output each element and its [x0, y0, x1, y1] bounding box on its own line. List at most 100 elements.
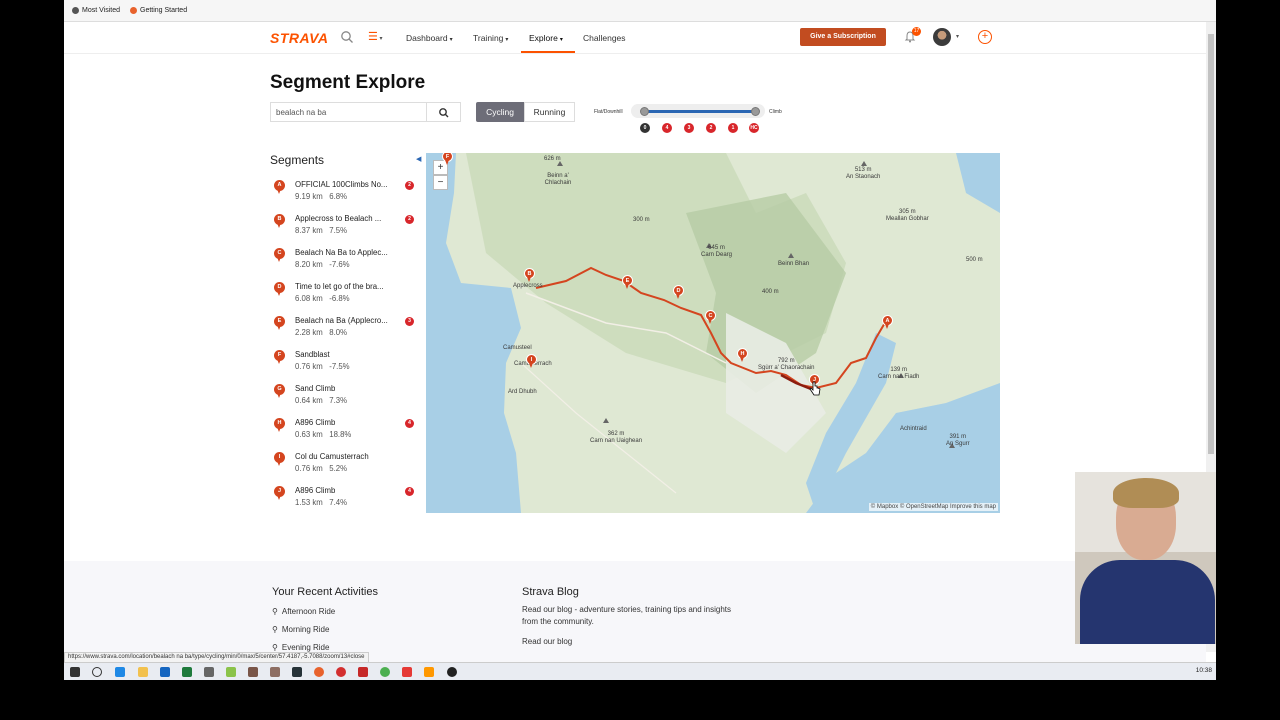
nav-dashboard[interactable]: Dashboard ▾: [406, 33, 453, 43]
segment-name[interactable]: Sandblast: [295, 350, 403, 359]
segment-name[interactable]: A896 Climb: [295, 486, 403, 495]
segment-name[interactable]: Bealach Na Ba to Applec...: [295, 248, 403, 257]
nav-challenges[interactable]: Challenges: [583, 33, 626, 43]
segment-row[interactable]: B Applecross to Bealach ... 8.37 km 7.5% 2: [274, 212, 420, 242]
toggle-running[interactable]: Running: [524, 102, 575, 122]
climb-category-badge: 4: [405, 487, 414, 496]
map-pin-d[interactable]: D: [673, 285, 684, 299]
strava-logo[interactable]: STRAVA: [270, 30, 328, 46]
edge-icon[interactable]: [115, 667, 125, 677]
segment-distance: 8.20 km: [295, 260, 323, 269]
obs-icon[interactable]: [447, 667, 457, 677]
slider-max-handle[interactable]: [751, 107, 760, 116]
map-pin-icon: C: [274, 248, 285, 262]
segment-row[interactable]: D Time to let go of the bra... 6.08 km -6.…: [274, 280, 420, 310]
map-pin-c[interactable]: C: [705, 310, 716, 324]
search-icon[interactable]: [92, 667, 102, 677]
recent-activity-link[interactable]: ⚲ Evening Ride: [272, 643, 329, 652]
app-icon[interactable]: [270, 667, 280, 677]
segment-row[interactable]: I Col du Camusterrach 0.76 km 5.2%: [274, 450, 420, 480]
segment-name[interactable]: A896 Climb: [295, 418, 403, 427]
chrome-icon[interactable]: [380, 667, 390, 677]
map-pin-i[interactable]: I: [526, 354, 537, 368]
avatar[interactable]: [933, 28, 951, 46]
app-icon[interactable]: [402, 667, 412, 677]
segment-grade: -7.5%: [329, 362, 350, 371]
map-pin-icon: E: [274, 316, 285, 330]
segment-name[interactable]: Col du Camusterrach: [295, 452, 403, 461]
recent-activity-link[interactable]: ⚲ Morning Ride: [272, 625, 329, 634]
zoom-out-button[interactable]: −: [433, 175, 448, 190]
segment-row[interactable]: G Sand Climb 0.64 km 7.3%: [274, 382, 420, 412]
map[interactable]: + − 626 m Beinn a' Chlachain 513 m An St…: [426, 153, 1000, 513]
segment-grade: 6.8%: [329, 192, 348, 201]
map-pin-e[interactable]: E: [622, 275, 633, 289]
plus-icon[interactable]: +: [978, 30, 992, 44]
firefox-icon[interactable]: [314, 667, 324, 677]
segment-row[interactable]: J A896 Climb 1.53 km 7.4% 4: [274, 484, 420, 514]
segment-row[interactable]: F Sandblast 0.76 km -7.5%: [274, 348, 420, 378]
app-icon[interactable]: [292, 667, 302, 677]
climb-category-badge: 4: [405, 419, 414, 428]
segment-grade: 8.0%: [329, 328, 348, 337]
search-button[interactable]: [427, 102, 461, 122]
recent-activity-link[interactable]: ⚲ Afternoon Ride: [272, 607, 335, 616]
collapse-arrow-icon[interactable]: ◀: [416, 155, 421, 163]
segment-stats: 0.76 km -7.5%: [295, 362, 350, 371]
segment-row[interactable]: H A896 Climb 0.63 km 18.8% 4: [274, 416, 420, 446]
webcam-overlay: [1075, 472, 1216, 644]
bookmark-most-visited[interactable]: Most Visited: [72, 7, 120, 14]
segment-row[interactable]: E Bealach na Ba (Applecro... 2.28 km 8.0% 3: [274, 314, 420, 344]
segment-grade: 7.3%: [329, 396, 348, 405]
segment-row[interactable]: A OFFICIAL 100Climbs No... 9.19 km 6.8% 2: [274, 178, 420, 208]
chevron-down-icon[interactable]: ▾: [956, 33, 959, 40]
firefox-icon: [130, 7, 137, 14]
scrollbar-thumb[interactable]: [1208, 34, 1214, 454]
segment-grade: -6.8%: [329, 294, 350, 303]
search-icon[interactable]: [340, 30, 354, 44]
segment-stats: 8.20 km -7.6%: [295, 260, 350, 269]
segment-stats: 0.64 km 7.3%: [295, 396, 347, 405]
app-icon[interactable]: [424, 667, 434, 677]
excel-icon[interactable]: [182, 667, 192, 677]
menu-icon[interactable]: ☰ ▾: [368, 30, 383, 43]
category-dot: 4: [662, 123, 672, 133]
search-input[interactable]: bealach na ba: [270, 102, 427, 122]
app-icon[interactable]: [358, 667, 368, 677]
segment-grade: 7.4%: [329, 498, 348, 507]
map-pin-a[interactable]: A: [882, 315, 893, 329]
app-icon[interactable]: [248, 667, 258, 677]
segment-name[interactable]: Bealach na Ba (Applecro...: [295, 316, 403, 325]
bookmark-getting-started[interactable]: Getting Started: [130, 7, 187, 14]
category-dot: HC: [749, 123, 759, 133]
mail-icon[interactable]: [160, 667, 170, 677]
nav-explore[interactable]: Explore ▾: [529, 33, 563, 43]
segment-stats: 0.76 km 5.2%: [295, 464, 347, 473]
browser-window: Most Visited Getting Started STRAVA ☰ ▾ …: [64, 0, 1216, 680]
segment-name[interactable]: OFFICIAL 100Climbs No...: [295, 180, 403, 189]
segment-name[interactable]: Applecross to Bealach ...: [295, 214, 403, 223]
read-blog-link[interactable]: Read our blog: [522, 637, 572, 646]
map-pin-icon: H: [274, 418, 285, 432]
clock: 10:38: [1195, 667, 1212, 674]
app-icon[interactable]: [226, 667, 236, 677]
segment-name[interactable]: Time to let go of the bra...: [295, 282, 403, 291]
give-subscription-button[interactable]: Give a Subscription: [800, 28, 886, 46]
segment-name[interactable]: Sand Climb: [295, 384, 403, 393]
slider-min-handle[interactable]: [640, 107, 649, 116]
map-label: 362 m Carn nan Uaighean: [590, 431, 643, 444]
calculator-icon[interactable]: [204, 667, 214, 677]
bookmarks-bar: Most Visited Getting Started: [64, 0, 1216, 22]
map-pin-h[interactable]: H: [737, 348, 748, 362]
segment-row[interactable]: C Bealach Na Ba to Applec... 8.20 km -7.6%: [274, 246, 420, 276]
windows-start-icon[interactable]: [70, 667, 80, 677]
map-attribution[interactable]: © Mapbox © OpenStreetMap Improve this ma…: [868, 503, 998, 511]
opera-icon[interactable]: [336, 667, 346, 677]
gear-icon: [72, 7, 79, 14]
toggle-cycling[interactable]: Cycling: [476, 102, 524, 122]
map-label: Beinn Bhan: [778, 261, 810, 267]
map-pin-f[interactable]: F: [442, 153, 453, 165]
folder-icon[interactable]: [138, 667, 148, 677]
nav-training[interactable]: Training ▾: [473, 33, 508, 43]
map-pin-b[interactable]: B: [524, 268, 535, 282]
